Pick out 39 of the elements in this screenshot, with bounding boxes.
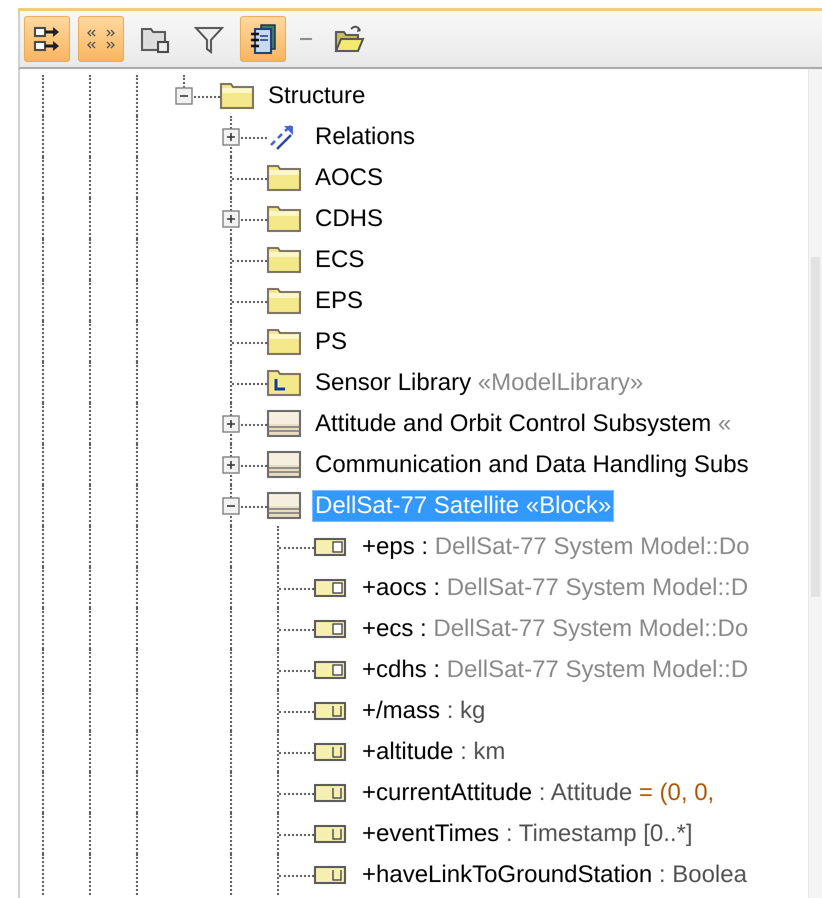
- tree-item[interactable]: +ecs : DellSat-77 System Model::Do: [360, 614, 750, 644]
- block-icon: [267, 492, 301, 520]
- tree-item[interactable]: ECS: [313, 244, 366, 274]
- folder-icon: [267, 286, 301, 314]
- toolbar-button[interactable]: [24, 16, 70, 62]
- expand-icon[interactable]: [222, 210, 240, 228]
- tree-item[interactable]: +eventTimes : Timestamp [0..*]: [360, 818, 695, 848]
- toolbar-button[interactable]: [240, 16, 286, 62]
- open-folder-icon: [333, 23, 365, 55]
- tree-item[interactable]: +/mass : kg: [360, 696, 488, 726]
- tree-item[interactable]: +aocs : DellSat-77 System Model::D: [360, 572, 750, 602]
- folder-icon: [267, 164, 301, 192]
- block-icon: [267, 450, 301, 478]
- block-icon: [267, 410, 301, 438]
- tree-item[interactable]: +currentAttitude : Attitude = (0, 0,: [360, 778, 716, 808]
- tree-item[interactable]: Attitude and Orbit Control Subsystem «: [313, 408, 734, 438]
- expand-icon[interactable]: [222, 456, 240, 474]
- folder-icon: [267, 328, 301, 356]
- scrollbar[interactable]: [808, 69, 822, 898]
- tree-item[interactable]: Communication and Data Handling Subs: [313, 450, 751, 480]
- tree-item[interactable]: Sensor Library «ModelLibrary»: [313, 368, 646, 398]
- expand-icon[interactable]: [222, 128, 240, 146]
- library-folder-icon: [267, 368, 301, 396]
- tree-item[interactable]: CDHS: [313, 204, 386, 234]
- tree-item[interactable]: PS: [313, 326, 350, 356]
- tree-item[interactable]: EPS: [313, 286, 366, 316]
- folder-icon: [267, 246, 301, 274]
- tree-item[interactable]: +cdhs : DellSat-77 System Model::D: [360, 654, 750, 684]
- tree-item[interactable]: +eps : DellSat-77 System Model::Do: [360, 532, 752, 562]
- collapse-icon[interactable]: [222, 497, 240, 515]
- tree-item[interactable]: Relations: [313, 122, 418, 152]
- collapse-icon[interactable]: [175, 87, 193, 105]
- folder-icon: [267, 204, 301, 232]
- tree-item[interactable]: +altitude : km: [360, 736, 508, 766]
- tree-item[interactable]: Structure: [266, 80, 368, 110]
- expand-icon[interactable]: [222, 415, 240, 433]
- folder-icon: [220, 82, 254, 110]
- tree-item[interactable]: +haveLinkToGroundStation : Boolea: [360, 860, 749, 890]
- tree-item[interactable]: AOCS: [313, 162, 386, 192]
